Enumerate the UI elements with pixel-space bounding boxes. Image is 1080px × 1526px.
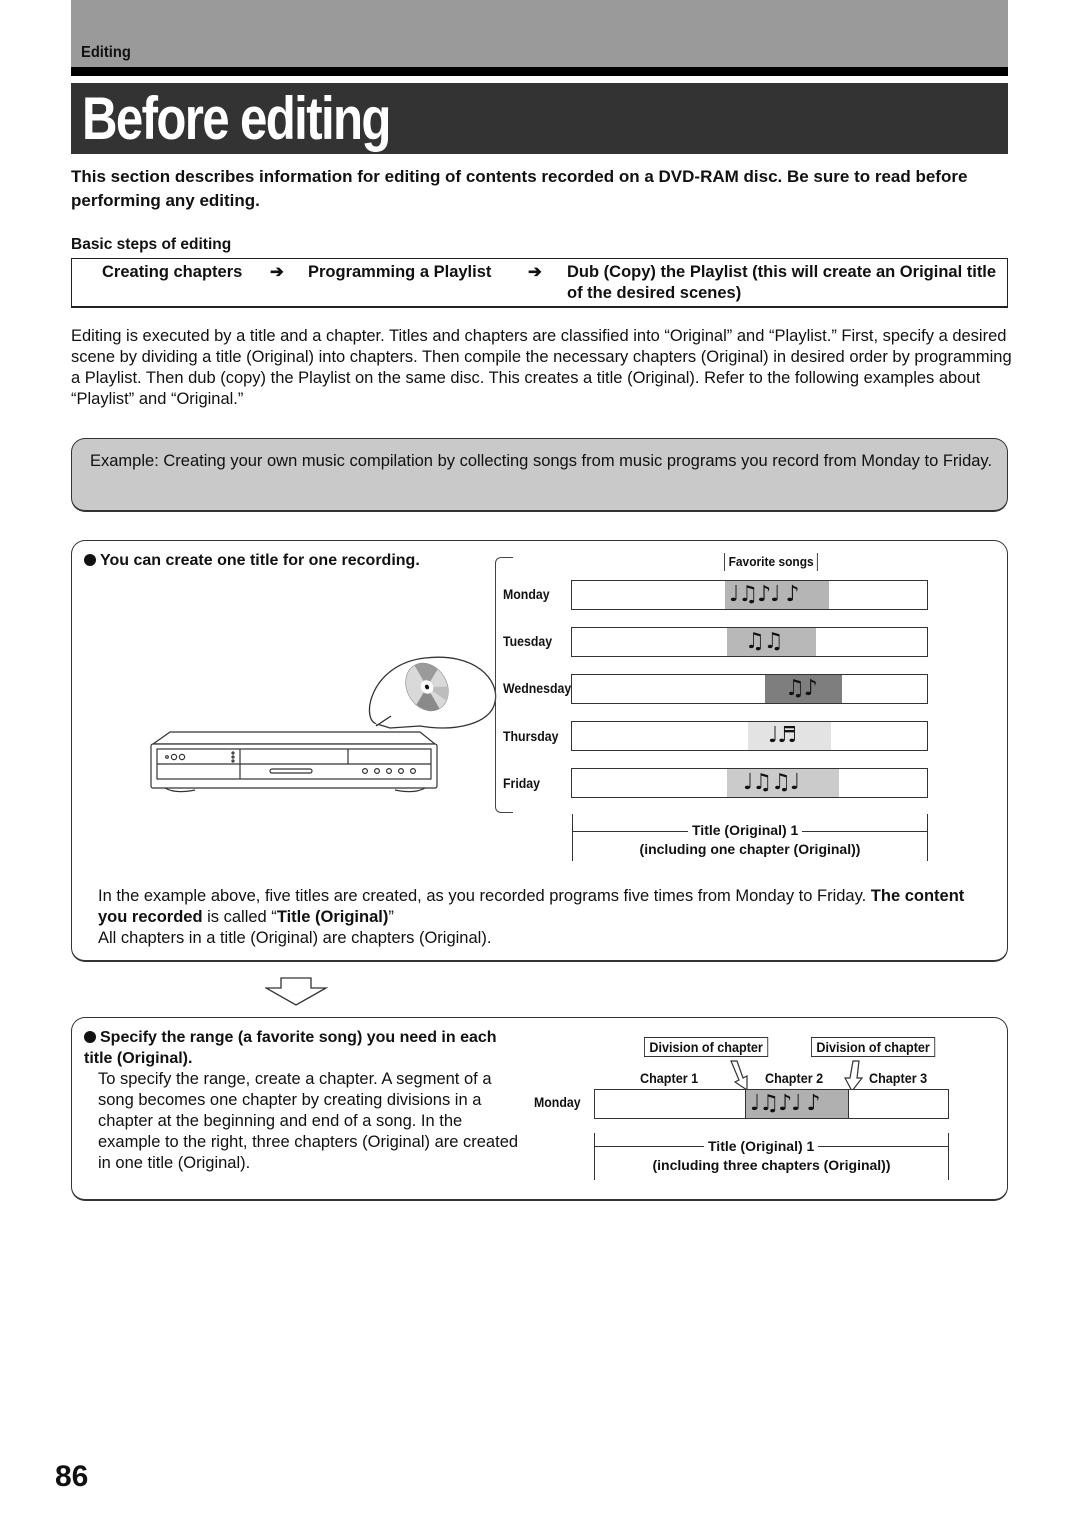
day-label-wednesday: Wednesday xyxy=(503,680,572,696)
panel1-paragraph: In the example above, five titles are cr… xyxy=(98,887,965,947)
music-notes-icon: ♩♫♪♩ ♪ xyxy=(750,1091,821,1116)
chapter-2-label: Chapter 2 xyxy=(765,1070,824,1086)
favorite-songs-label: Favorite songs xyxy=(724,553,819,571)
division-of-chapter-label: Division of chapter xyxy=(811,1037,936,1057)
track-thursday: ♩♬ xyxy=(571,721,928,751)
title-span-sublabel: (including three chapters (Original)) xyxy=(652,1157,891,1173)
example-text: Example: Creating your own music compila… xyxy=(90,452,993,470)
track-friday: ♩♫♫♩ xyxy=(571,768,928,798)
body-paragraph: Editing is executed by a title and a cha… xyxy=(71,327,1012,408)
step-dub-playlist: Dub (Copy) the Playlist (this will creat… xyxy=(567,263,997,302)
example-box xyxy=(71,438,1008,512)
music-notes-icon: ♩♫♫♩ xyxy=(743,770,800,795)
title-span-label: Title (Original) 1 xyxy=(688,822,803,838)
song-segment: ♫♫ xyxy=(727,628,816,656)
section-header-band xyxy=(71,0,1008,67)
panel2-heading: Specify the range (a favorite song) you … xyxy=(84,1029,497,1067)
basic-steps-box: Creating chapters ➔ Programming a Playli… xyxy=(71,258,1008,308)
title-span-sublabel: (including one chapter (Original)) xyxy=(639,841,861,857)
header-rule xyxy=(71,67,1008,76)
panel1-heading: You can create one title for one recordi… xyxy=(84,552,420,570)
page-title: Before editing xyxy=(82,85,391,152)
panel2-paragraph: To specify the range, create a chapter. … xyxy=(98,1070,519,1172)
track-monday-chapters: ♩♫♪♩ ♪ xyxy=(594,1089,949,1119)
arrow-right-icon: ➔ xyxy=(270,263,284,281)
title-span-label: Title (Original) 1 xyxy=(704,1138,819,1154)
track-wednesday: ♫♪ xyxy=(571,674,928,704)
track-monday: ♩♫♪♩ ♪ xyxy=(571,580,928,610)
music-notes-icon: ♫♪ xyxy=(785,676,818,701)
track-tuesday: ♫♫ xyxy=(571,627,928,657)
intro-text: This section describes information for e… xyxy=(71,167,968,210)
music-notes-icon: ♩♬ xyxy=(768,723,797,748)
music-notes-icon: ♩♫♪♩ ♪ xyxy=(729,582,800,607)
arrow-right-icon: ➔ xyxy=(528,263,542,281)
day-label-friday: Friday xyxy=(503,775,540,791)
step-creating-chapters: Creating chapters xyxy=(102,263,243,281)
basic-steps-heading: Basic steps of editing xyxy=(71,236,232,253)
day-label-monday: Monday xyxy=(534,1094,581,1110)
section-label: Editing xyxy=(81,44,131,61)
step-programming-playlist: Programming a Playlist xyxy=(308,263,492,281)
dvd-recorder-illustration xyxy=(150,656,497,793)
day-label-thursday: Thursday xyxy=(503,728,559,744)
music-notes-icon: ♫♫ xyxy=(745,629,783,654)
song-segment: ♩♫♫♩ xyxy=(727,769,839,797)
division-arrow-icon xyxy=(730,1060,748,1092)
bullet-icon xyxy=(84,554,96,566)
division-of-chapter-label: Division of chapter xyxy=(644,1037,769,1057)
down-arrow-icon xyxy=(265,977,329,1006)
song-segment: ♩♫♪♩ ♪ xyxy=(725,581,829,609)
page-number: 86 xyxy=(55,1460,89,1493)
recorder-body xyxy=(150,731,438,793)
division-arrow-icon xyxy=(843,1060,864,1093)
chapter-2-segment: ♩♫♪♩ ♪ xyxy=(745,1090,849,1118)
day-label-tuesday: Tuesday xyxy=(503,633,553,649)
song-segment: ♩♬ xyxy=(748,722,831,750)
chapter-3-label: Chapter 3 xyxy=(869,1070,928,1086)
song-segment: ♫♪ xyxy=(765,675,842,703)
bullet-icon xyxy=(84,1031,96,1043)
chapter-1-label: Chapter 1 xyxy=(640,1070,699,1086)
day-label-monday: Monday xyxy=(503,586,550,602)
